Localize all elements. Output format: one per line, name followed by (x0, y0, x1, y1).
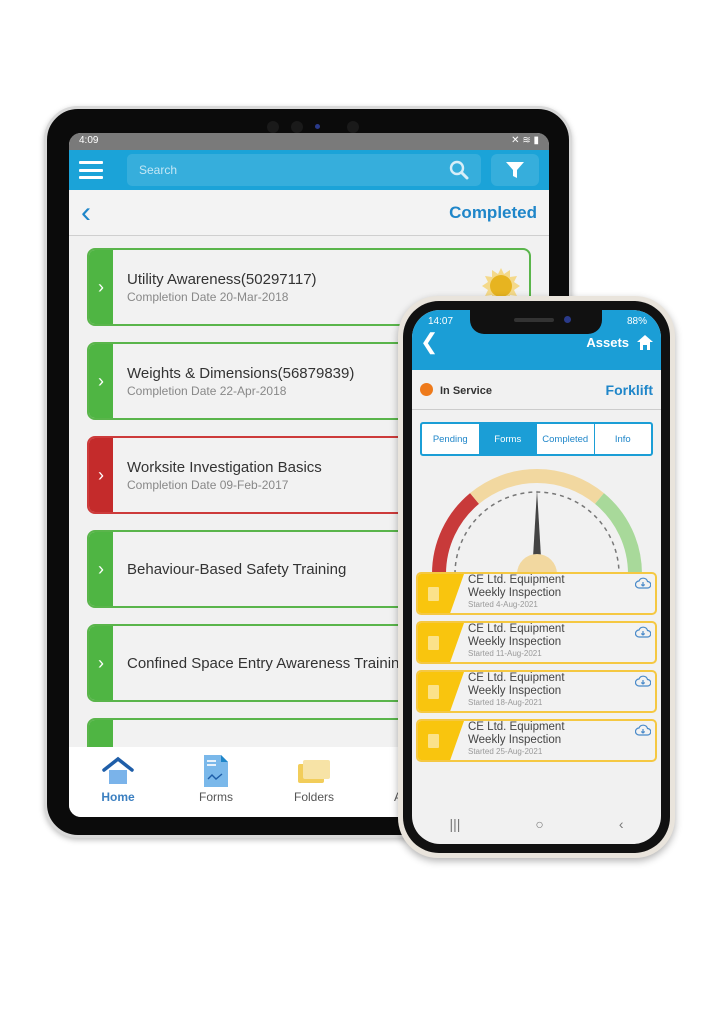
tab-bar: Pending Forms Completed Info (420, 422, 653, 456)
form-company: CE Ltd. Equipment (468, 574, 565, 586)
form-started: Started 18-Aug-2021 (468, 698, 543, 708)
form-company: CE Ltd. Equipment (468, 672, 565, 684)
item-date: Completion Date 22-Apr-2018 (127, 383, 287, 398)
phone-status-time: 14:07 (428, 316, 454, 327)
form-item[interactable]: CE Ltd. Equipment Weekly Inspection Starte… (416, 719, 657, 762)
document-icon (428, 635, 439, 650)
item-title: Worksite Investigation Basics (127, 458, 322, 476)
form-started: Started 4-Aug-2021 (468, 600, 538, 610)
form-item[interactable]: CE Ltd. Equipment Weekly Inspection Starte… (416, 621, 657, 664)
form-item[interactable]: CE Ltd. Equipment Weekly Inspection Starte… (416, 572, 657, 615)
tab-completed[interactable]: Completed (537, 424, 595, 454)
back-button[interactable]: ❮ (420, 331, 438, 353)
asset-name: Forklift (605, 381, 653, 398)
phone-device: 14:07 88% ❮ Assets In Service Forklift P… (398, 296, 675, 858)
recents-button[interactable]: ||| (449, 816, 460, 832)
form-started: Started 11-Aug-2021 (468, 649, 542, 659)
forms-icon (204, 755, 228, 787)
filter-icon (506, 162, 524, 178)
cloud-download-icon[interactable] (635, 577, 651, 589)
nav-home-label: Home (101, 790, 135, 804)
status-time: 4:09 (79, 135, 99, 146)
item-title: Utility Awareness(50297117) (127, 270, 317, 288)
item-date: Completion Date 09-Feb-2017 (127, 477, 289, 492)
item-title: Weights & Dimensions(56879839) (127, 364, 355, 382)
form-company: CE Ltd. Equipment (468, 721, 565, 733)
tab-pending[interactable]: Pending (422, 424, 480, 454)
form-title: Weekly Inspection (468, 734, 562, 747)
chevron-right-icon: › (89, 250, 113, 324)
document-icon (428, 733, 439, 748)
system-nav-bar: ||| ○ ‹ (412, 804, 661, 844)
nav-folders-label: Folders (293, 790, 334, 804)
gauge-hub (516, 554, 557, 574)
search-input[interactable]: Search (127, 154, 481, 186)
folders-icon (298, 760, 330, 783)
cloud-download-icon[interactable] (635, 626, 651, 638)
chevron-right-icon: › (89, 344, 113, 418)
chevron-right-icon: › (89, 626, 113, 700)
gauge-segment-green (594, 493, 642, 575)
form-title: Weekly Inspection (468, 685, 562, 698)
item-date: Completion Date 20-Mar-2018 (127, 289, 289, 304)
home-icon[interactable] (637, 334, 653, 350)
status-indicator (420, 382, 433, 396)
back-button[interactable]: ‹ (81, 197, 91, 228)
status-label: In Service (440, 384, 492, 397)
document-icon (428, 684, 439, 699)
form-company: CE Ltd. Equipment (468, 623, 565, 635)
form-title: Weekly Inspection (468, 587, 562, 600)
nav-folders[interactable]: Folders (265, 755, 363, 817)
back-nav-button[interactable]: ‹ (619, 816, 624, 832)
phone-notch (470, 310, 602, 334)
nav-home[interactable]: Home (69, 755, 167, 817)
form-item[interactable]: CE Ltd. Equipment Weekly Inspection Starte… (416, 670, 657, 713)
nav-forms-label: Forms (199, 790, 233, 804)
form-started: Started 25-Aug-2021 (468, 747, 543, 757)
status-gauge (431, 469, 642, 575)
document-icon (428, 586, 439, 601)
app-bar: Search (69, 150, 549, 190)
nav-forms[interactable]: Forms (167, 755, 265, 817)
status-icons: ✕ ≋ ▮ (511, 135, 539, 146)
item-title: Behaviour-Based Safety Training (127, 560, 347, 578)
tab-info[interactable]: Info (595, 424, 652, 454)
item-title: Confined Space Entry Awareness Training (127, 654, 408, 672)
home-icon (102, 756, 134, 784)
chevron-right-icon: › (89, 438, 113, 512)
form-title: Weekly Inspection (468, 636, 562, 649)
battery-level: 88% (626, 316, 647, 327)
search-placeholder: Search (139, 163, 178, 177)
sub-header: ‹ Completed (69, 190, 549, 236)
header-title: Assets (586, 334, 629, 350)
asset-status-row: In Service Forklift (412, 370, 661, 410)
gauge-segment-red (431, 493, 479, 575)
cloud-download-icon[interactable] (635, 675, 651, 687)
tablet-camera (247, 119, 387, 133)
form-list: CE Ltd. Equipment Weekly Inspection Starte… (412, 572, 661, 762)
filter-button[interactable] (491, 154, 539, 186)
chevron-right-icon: › (89, 532, 113, 606)
page-title: Completed (449, 202, 537, 222)
menu-icon[interactable] (79, 159, 103, 181)
home-button[interactable]: ○ (535, 816, 543, 832)
status-bar: 4:09 ✕ ≋ ▮ (69, 133, 549, 150)
cloud-download-icon[interactable] (635, 724, 651, 736)
search-icon[interactable] (449, 160, 469, 180)
phone-screen: 14:07 88% ❮ Assets In Service Forklift P… (412, 310, 661, 844)
tab-forms[interactable]: Forms (479, 424, 537, 454)
